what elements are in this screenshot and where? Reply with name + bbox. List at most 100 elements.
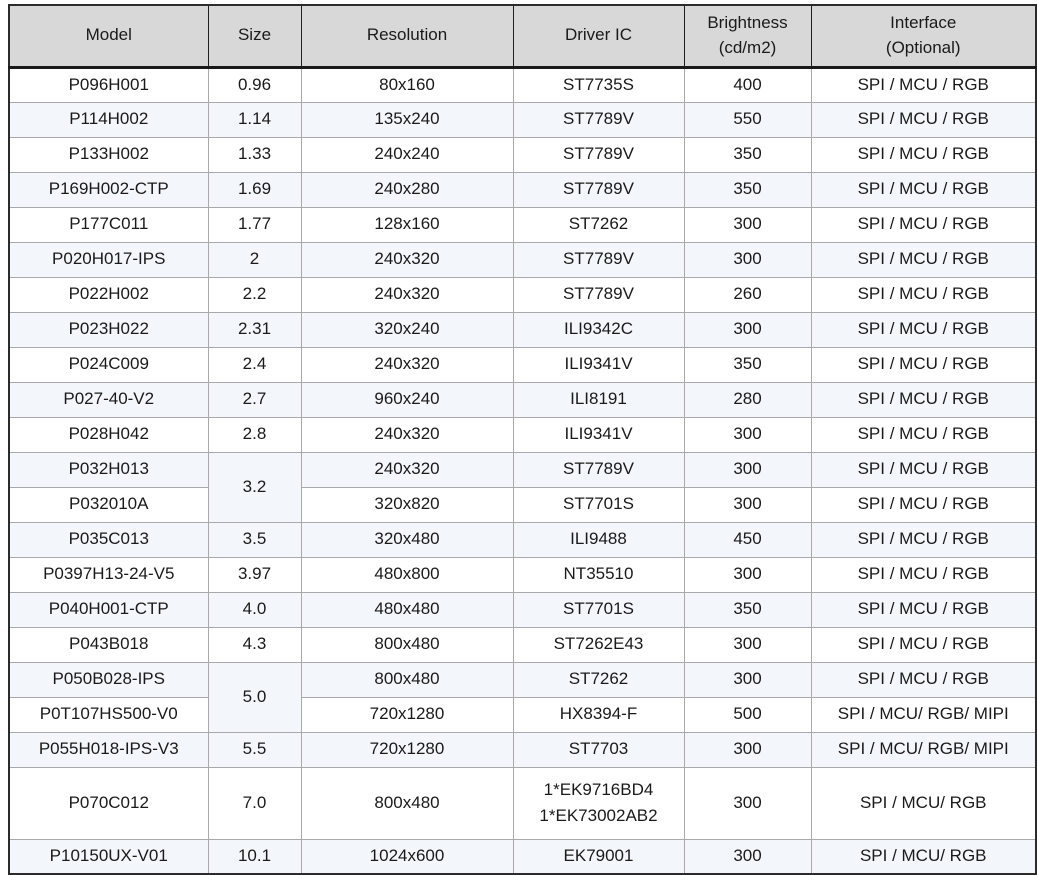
cell-resolution: 960x240 <box>301 382 513 417</box>
table-row: P023H0222.31320x240ILI9342C300SPI / MCU … <box>9 312 1036 347</box>
cell-size: 3.2 <box>208 452 301 522</box>
col-header-interface-line2: (Optional) <box>816 36 1032 61</box>
cell-model: P032H013 <box>9 452 208 487</box>
cell-model: P169H002-CTP <box>9 172 208 207</box>
cell-driver-ic: ST7789V <box>513 172 684 207</box>
cell-model: P028H042 <box>9 417 208 452</box>
cell-model: P10150UX-V01 <box>9 839 208 874</box>
cell-driver-ic: 1*EK9716BD41*EK73002AB2 <box>513 767 684 839</box>
driver-ic-line: ST7262 <box>518 211 680 237</box>
cell-brightness: 300 <box>684 487 811 522</box>
cell-model: P114H002 <box>9 102 208 137</box>
cell-model: P043B018 <box>9 627 208 662</box>
cell-driver-ic: ILI9488 <box>513 522 684 557</box>
table-row: P114H0021.14135x240ST7789V550SPI / MCU /… <box>9 102 1036 137</box>
driver-ic-line: ST7789V <box>518 176 680 202</box>
driver-ic-line: ST7703 <box>518 736 680 762</box>
cell-resolution: 320x240 <box>301 312 513 347</box>
cell-model: P027-40-V2 <box>9 382 208 417</box>
cell-driver-ic: ST7789V <box>513 137 684 172</box>
cell-model: P035C013 <box>9 522 208 557</box>
cell-interface: SPI / MCU / RGB <box>811 487 1036 522</box>
cell-interface: SPI / MCU / RGB <box>811 312 1036 347</box>
cell-brightness: 300 <box>684 839 811 874</box>
cell-interface: SPI / MCU/ RGB <box>811 839 1036 874</box>
cell-model: P0T107HS500-V0 <box>9 697 208 732</box>
cell-brightness: 300 <box>684 662 811 697</box>
cell-driver-ic: ST7789V <box>513 102 684 137</box>
cell-resolution: 240x320 <box>301 277 513 312</box>
cell-interface: SPI / MCU / RGB <box>811 452 1036 487</box>
cell-size: 1.77 <box>208 207 301 242</box>
table-row: P055H018-IPS-V35.5720x1280ST7703300SPI /… <box>9 732 1036 767</box>
cell-resolution: 240x320 <box>301 347 513 382</box>
cell-brightness: 280 <box>684 382 811 417</box>
cell-size: 1.69 <box>208 172 301 207</box>
cell-size: 5.0 <box>208 662 301 732</box>
cell-model: P070C012 <box>9 767 208 839</box>
driver-ic-line: ST7789V <box>518 106 680 132</box>
cell-brightness: 300 <box>684 732 811 767</box>
cell-resolution: 1024x600 <box>301 839 513 874</box>
col-header-interface: Interface (Optional) <box>811 5 1036 67</box>
driver-ic-line: ILI9488 <box>518 526 680 552</box>
driver-ic-line: ST7262E43 <box>518 631 680 657</box>
cell-interface: SPI / MCU / RGB <box>811 172 1036 207</box>
table-row: P022H0022.2240x320ST7789V260SPI / MCU / … <box>9 277 1036 312</box>
cell-resolution: 240x240 <box>301 137 513 172</box>
cell-size: 2.4 <box>208 347 301 382</box>
cell-brightness: 300 <box>684 452 811 487</box>
table-row: P169H002-CTP1.69240x280ST7789V350SPI / M… <box>9 172 1036 207</box>
cell-driver-ic: ST7262E43 <box>513 627 684 662</box>
cell-brightness: 350 <box>684 347 811 382</box>
col-header-model: Model <box>9 5 208 67</box>
cell-brightness: 300 <box>684 627 811 662</box>
cell-model: P0397H13-24-V5 <box>9 557 208 592</box>
table-row: P10150UX-V0110.11024x600EK79001300SPI / … <box>9 839 1036 874</box>
cell-resolution: 240x320 <box>301 242 513 277</box>
cell-brightness: 500 <box>684 697 811 732</box>
header-row: Model Size Resolution Driver IC Brightne… <box>9 5 1036 67</box>
cell-brightness: 300 <box>684 312 811 347</box>
table-row: P0T107HS500-V0 720x1280HX8394-F500SPI / M… <box>9 697 1036 732</box>
cell-size: 4.0 <box>208 592 301 627</box>
cell-model: P023H022 <box>9 312 208 347</box>
cell-size: 7.0 <box>208 767 301 839</box>
driver-ic-line: ILI9341V <box>518 421 680 447</box>
cell-interface: SPI / MCU / RGB <box>811 102 1036 137</box>
table-row: P028H0422.8240x320ILI9341V300SPI / MCU /… <box>9 417 1036 452</box>
cell-resolution: 240x280 <box>301 172 513 207</box>
cell-brightness: 300 <box>684 242 811 277</box>
table-row: P040H001-CTP4.0480x480ST7701S350SPI / MC… <box>9 592 1036 627</box>
cell-interface: SPI / MCU / RGB <box>811 137 1036 172</box>
driver-ic-line: ST7701S <box>518 596 680 622</box>
cell-resolution: 720x1280 <box>301 697 513 732</box>
cell-size: 2.7 <box>208 382 301 417</box>
cell-driver-ic: ST7701S <box>513 592 684 627</box>
cell-driver-ic: ST7789V <box>513 277 684 312</box>
cell-size: 2.2 <box>208 277 301 312</box>
col-header-brightness: Brightness (cd/m2) <box>684 5 811 67</box>
cell-brightness: 260 <box>684 277 811 312</box>
driver-ic-line: NT35510 <box>518 561 680 587</box>
cell-brightness: 300 <box>684 417 811 452</box>
cell-interface: SPI / MCU/ RGB/ MIPI <box>811 732 1036 767</box>
table-row: P070C0127.0800x4801*EK9716BD41*EK73002AB… <box>9 767 1036 839</box>
table-row: P0397H13-24-V53.97480x800NT35510300SPI /… <box>9 557 1036 592</box>
cell-interface: SPI / MCU / RGB <box>811 627 1036 662</box>
cell-resolution: 320x480 <box>301 522 513 557</box>
cell-resolution: 135x240 <box>301 102 513 137</box>
cell-size: 10.1 <box>208 839 301 874</box>
cell-size: 5.5 <box>208 732 301 767</box>
cell-resolution: 720x1280 <box>301 732 513 767</box>
cell-brightness: 350 <box>684 172 811 207</box>
driver-ic-line: HX8394-F <box>518 701 680 727</box>
cell-brightness: 450 <box>684 522 811 557</box>
cell-interface: SPI / MCU/ RGB/ MIPI <box>811 697 1036 732</box>
cell-driver-ic: ILI8191 <box>513 382 684 417</box>
cell-brightness: 300 <box>684 557 811 592</box>
cell-driver-ic: ST7789V <box>513 452 684 487</box>
cell-model: P050B028-IPS <box>9 662 208 697</box>
driver-ic-line: ILI9341V <box>518 351 680 377</box>
cell-driver-ic: ST7735S <box>513 67 684 102</box>
